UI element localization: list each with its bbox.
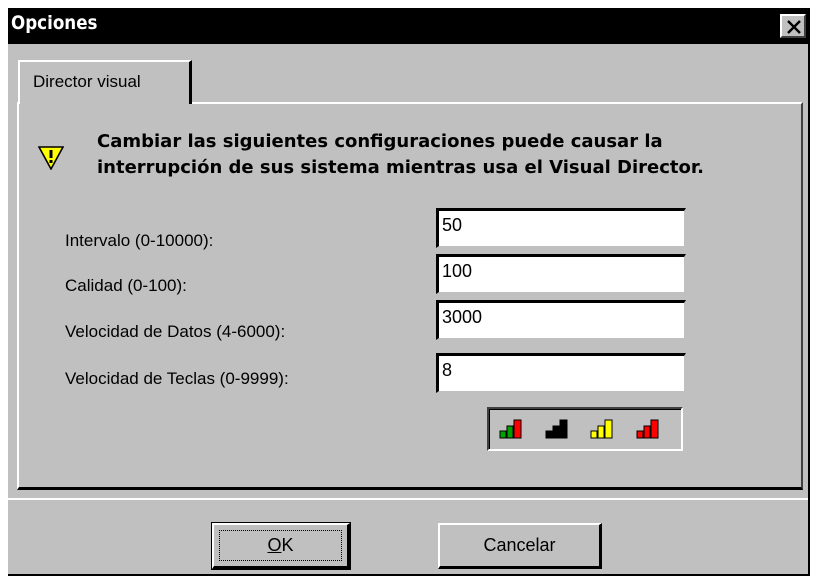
tab-director-visual[interactable]: Director visual <box>18 60 192 104</box>
red-speed-icon[interactable] <box>635 418 661 440</box>
yellow-speed-icon[interactable] <box>589 418 615 440</box>
quality-label: Calidad (0-100): <box>65 276 187 295</box>
warning-text: Cambiar las siguientes configuraciones p… <box>97 131 705 178</box>
data-speed-label: Velocidad de Datos (4-6000): <box>65 322 286 341</box>
black-speed-icon[interactable] <box>544 418 570 440</box>
green-speed-icon[interactable] <box>498 418 524 440</box>
key-speed-label: Velocidad de Teclas (0-9999): <box>65 369 289 388</box>
close-button[interactable] <box>780 14 806 38</box>
warning-triangle-icon <box>38 146 64 170</box>
title-bar[interactable]: Opciones <box>8 8 808 44</box>
options-dialog: Opciones Director visual Cambiar las sig… <box>8 8 810 576</box>
divider <box>8 498 808 500</box>
key-speed-input[interactable]: 8 <box>436 353 686 393</box>
data-speed-input[interactable]: 3000 <box>436 300 686 340</box>
cancel-button[interactable]: Cancelar <box>438 523 602 569</box>
interval-label: Intervalo (0-10000): <box>65 231 214 250</box>
quality-input[interactable]: 100 <box>436 254 686 294</box>
focus-rect <box>219 530 342 561</box>
ok-button[interactable]: OK <box>211 522 351 570</box>
speed-preset-strip <box>487 407 683 451</box>
close-icon <box>787 20 801 34</box>
window-title: Opciones <box>11 12 98 34</box>
top-strip <box>0 0 813 8</box>
interval-input[interactable]: 50 <box>436 208 686 248</box>
tab-label: Director visual <box>33 72 141 91</box>
